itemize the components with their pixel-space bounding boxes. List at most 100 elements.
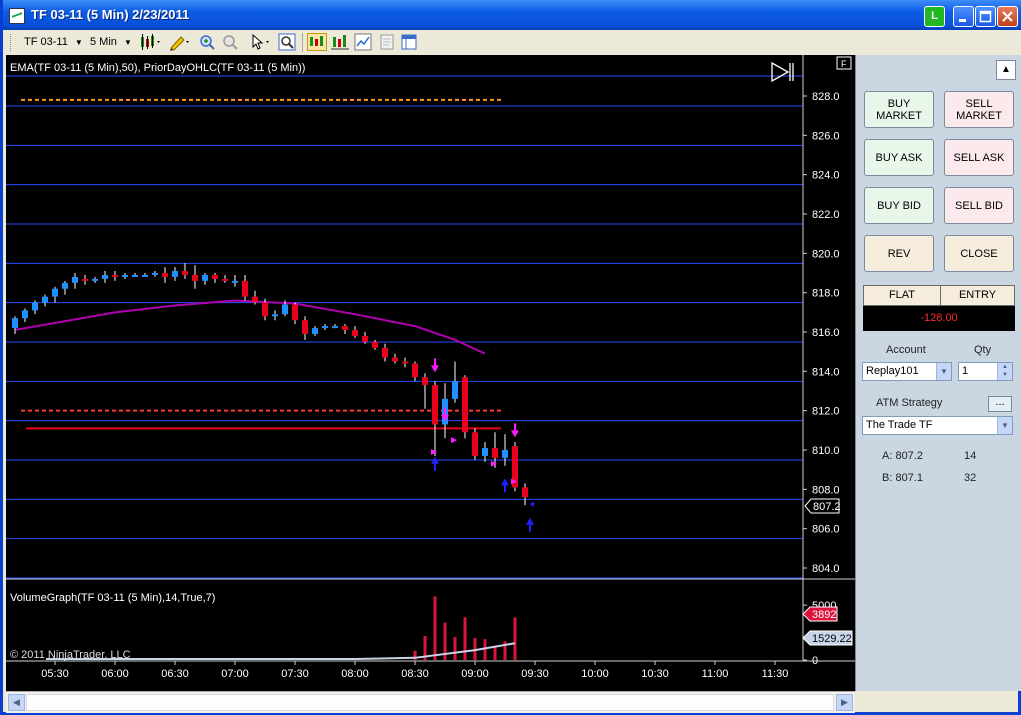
exit-marker [431, 448, 437, 455]
window-title: TF 03-11 (5 Min) 2/23/2011 [31, 7, 190, 22]
price-axis-label: 820.0 [812, 248, 840, 260]
buy-market-button[interactable]: BUY MARKET [864, 91, 934, 128]
templates-icon[interactable] [400, 33, 418, 51]
maximize-icon [979, 10, 992, 23]
candle-body [112, 274, 118, 277]
candle-body [92, 278, 98, 281]
link-button[interactable]: L [924, 6, 945, 27]
panel-badge-label: F [841, 59, 847, 69]
candle-body [392, 357, 398, 362]
price-axis-label: 804.0 [812, 563, 840, 575]
candle-body [282, 304, 288, 315]
volume-tag-gray: 1529.22 [802, 630, 853, 646]
position-status: FLAT [864, 286, 941, 305]
scroll-right-icon[interactable]: ▶ [836, 694, 853, 711]
chart-panel[interactable]: 828.0 826.0 824.0 822.0 820.0 818.0 816.0 814.0… [6, 55, 855, 691]
candle-body [462, 377, 468, 433]
candle-body [382, 347, 388, 358]
trade-marker-arrow [526, 517, 534, 532]
scroll-track[interactable] [26, 694, 834, 711]
indicators-icon[interactable] [331, 33, 349, 51]
entry-label: ENTRY [958, 289, 997, 301]
quantity-stepper[interactable]: 1 ▲ ▼ [958, 362, 1013, 381]
chevron-down-icon: ▼ [123, 38, 132, 47]
indicator-layer [14, 98, 501, 430]
qty-label: Qty [974, 344, 992, 356]
chevron-down-icon[interactable]: ▼ [936, 363, 951, 380]
candle-layer [12, 263, 528, 506]
scroll-left-icon[interactable]: ◀ [8, 694, 25, 711]
candle-body [482, 448, 488, 456]
price-panel-label: EMA(TF 03-11 (5 Min),50), PriorDayOHLC(T… [10, 62, 305, 74]
zoom-out-icon[interactable] [221, 33, 239, 51]
chart-canvas[interactable]: 828.0 826.0 824.0 822.0 820.0 818.0 816.0 814.0… [6, 55, 855, 691]
instrument-selector[interactable]: TF 03-11 ▼ [24, 34, 83, 51]
time-axis-label: 10:30 [641, 668, 669, 680]
grid-layer [6, 75, 803, 579]
candle-body [402, 361, 408, 364]
stepper-arrows-icon[interactable]: ▲ ▼ [997, 363, 1012, 380]
sell-ask-button[interactable]: SELL ASK [944, 139, 1014, 176]
candle-body [232, 280, 238, 283]
exit-marker [491, 460, 497, 467]
buy-ask-button[interactable]: BUY ASK [864, 139, 934, 176]
volume-bar [433, 596, 437, 660]
candle-body [222, 278, 228, 281]
data-box-icon[interactable] [307, 33, 327, 51]
price-axis-label: 826.0 [812, 130, 840, 142]
sell-bid-button[interactable]: SELL BID [944, 187, 1014, 224]
atm-settings-button[interactable]: ... [988, 396, 1012, 412]
pencil-icon[interactable] [168, 33, 192, 51]
price-axis-label: 806.0 [812, 524, 840, 536]
price-axis-label: 828.0 [812, 91, 840, 103]
exit-marker [451, 437, 457, 444]
close-button[interactable] [997, 6, 1018, 27]
candle-body [182, 271, 188, 275]
volume-bar [513, 617, 517, 660]
candle-body [132, 274, 138, 277]
sell-market-button[interactable]: SELL MARKET [944, 91, 1014, 128]
candle-body [192, 274, 198, 281]
time-axis-label: 06:00 [101, 668, 129, 680]
reverse-button[interactable]: REV [864, 235, 934, 272]
candle-body [492, 448, 498, 458]
title-bar[interactable]: TF 03-11 (5 Min) 2/23/2011 L [3, 0, 1021, 30]
current-price-text: 807.2 [813, 501, 841, 513]
atm-strategy-label: ATM Strategy [876, 397, 943, 409]
close-position-button[interactable]: CLOSE [944, 235, 1014, 272]
current-price-tag: 807.2 [804, 498, 841, 514]
properties-icon[interactable] [378, 33, 396, 51]
pointer-icon[interactable] [250, 33, 274, 51]
magnifier-icon[interactable] [278, 33, 296, 51]
maximize-button[interactable] [975, 6, 996, 27]
minimize-button[interactable] [953, 6, 974, 27]
horizontal-scrollbar[interactable]: ◀ ▶ [6, 691, 855, 713]
price-axis-label: 822.0 [812, 209, 840, 221]
candle-body [12, 318, 18, 329]
chart-toolbar: TF 03-11 ▼ 5 Min ▼ [6, 30, 1021, 56]
chevron-down-icon[interactable]: ▼ [997, 417, 1012, 434]
bid-line-size: 32 [964, 472, 977, 484]
candle-body [212, 274, 218, 279]
account-select[interactable]: Replay101 ▼ [862, 362, 952, 381]
candle-body [252, 296, 258, 303]
bar-type-icon[interactable] [139, 33, 163, 51]
atm-strategy-select[interactable]: The Trade TF ▼ [862, 416, 1013, 435]
candle-body [352, 330, 358, 336]
ask-line-label: A: 807.2 [882, 450, 923, 462]
interval-selector[interactable]: 5 Min ▼ [90, 34, 132, 51]
chart-app-icon [9, 8, 25, 24]
bid-line-label: B: 807.1 [882, 472, 923, 484]
volume-tag-red: 3892 [802, 606, 838, 622]
strategies-icon[interactable] [354, 33, 372, 51]
time-axis-label: 11:30 [762, 668, 789, 680]
scroll-to-end-icon[interactable] [771, 61, 794, 83]
candle-body [152, 273, 158, 275]
toolbar-separator [302, 33, 303, 52]
collapse-panel-button[interactable]: ▲ [996, 60, 1016, 80]
candle-body [22, 310, 28, 319]
zoom-in-icon[interactable] [198, 33, 216, 51]
price-axis-label: 824.0 [812, 170, 840, 182]
buy-bid-button[interactable]: BUY BID [864, 187, 934, 224]
candle-body [312, 328, 318, 334]
